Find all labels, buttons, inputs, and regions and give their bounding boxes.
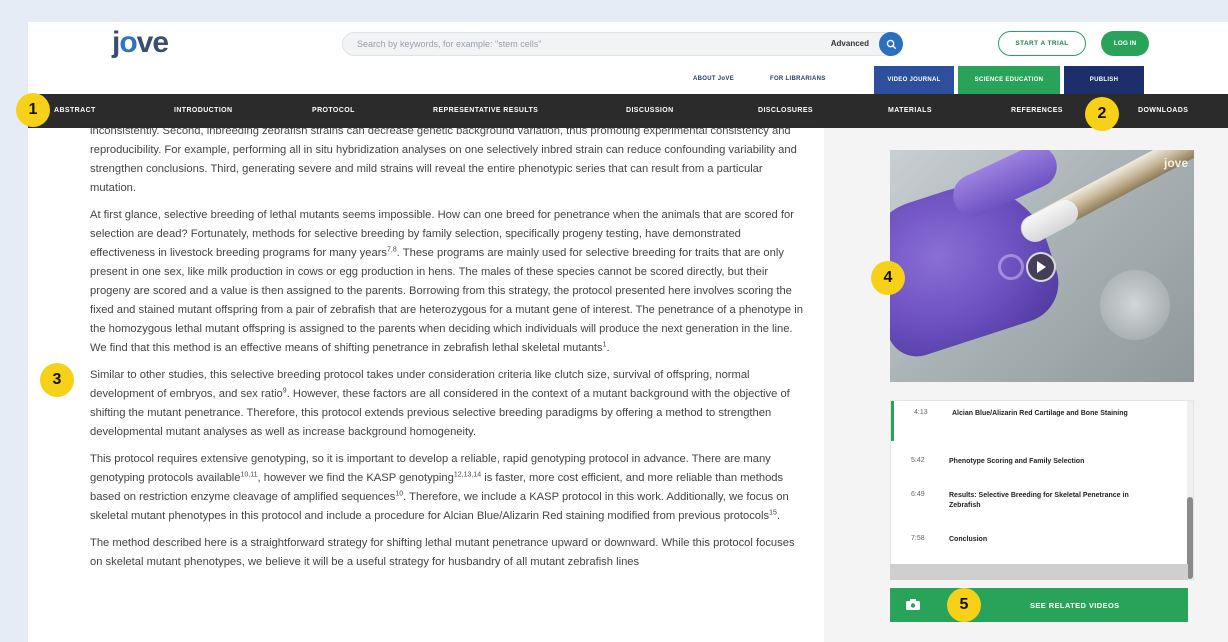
callout-marker-3: 3 bbox=[40, 363, 74, 397]
chapter-scrollbar[interactable] bbox=[1187, 401, 1193, 579]
chapter-time: 4:13 bbox=[914, 409, 928, 416]
nav-protocol[interactable]: PROTOCOL bbox=[312, 107, 355, 114]
chapter-label: Phenotype Scoring and Family Selection bbox=[949, 458, 1085, 465]
chapter-item[interactable]: 7:58 Conclusion bbox=[891, 527, 1187, 567]
jove-logo[interactable]: jove bbox=[112, 26, 169, 60]
chapter-time: 6:49 bbox=[911, 491, 925, 498]
article-paragraph: This protocol requires extensive genotyp… bbox=[90, 453, 789, 522]
callout-marker-4: 4 bbox=[871, 261, 905, 295]
for-librarians-link[interactable]: FOR LIBRARIANS bbox=[770, 76, 826, 82]
article-body: inconsistently. Second, inbreeding zebra… bbox=[62, 128, 824, 642]
video-watermark: jove bbox=[1163, 156, 1188, 170]
search-icon bbox=[886, 39, 896, 49]
search-input[interactable] bbox=[357, 33, 797, 55]
chapter-list: 4:13 Alcian Blue/Alizarin Red Cartilage … bbox=[890, 400, 1194, 580]
video-frame-highlight bbox=[1100, 270, 1170, 340]
chapter-label: Conclusion bbox=[949, 536, 988, 543]
play-button[interactable] bbox=[1026, 252, 1056, 282]
article-paragraph: inconsistently. Second, inbreeding zebra… bbox=[90, 128, 797, 194]
chapter-item[interactable]: 4:13 Alcian Blue/Alizarin Red Cartilage … bbox=[891, 401, 1187, 441]
nav-disclosures[interactable]: DISCLOSURES bbox=[758, 107, 813, 114]
chapter-list-footer bbox=[890, 564, 1188, 580]
jove-page: jove Advanced START A TRIAL LOG IN ABOUT… bbox=[28, 22, 1228, 642]
callout-marker-1: 1 bbox=[16, 93, 50, 127]
chapter-time: 7:58 bbox=[911, 535, 925, 542]
chapter-item[interactable]: 6:49 Results: Selective Breeding for Ske… bbox=[891, 483, 1187, 523]
chapter-label: Results: Selective Breeding for Skeletal… bbox=[949, 492, 1129, 509]
publish-tab[interactable]: PUBLISH bbox=[1064, 66, 1144, 94]
nav-representative-results[interactable]: REPRESENTATIVE RESULTS bbox=[433, 107, 538, 114]
chapter-time: 5:42 bbox=[911, 457, 925, 464]
about-jove-link[interactable]: ABOUT JoVE bbox=[693, 76, 734, 82]
replay-icon[interactable] bbox=[998, 254, 1024, 280]
callout-marker-2: 2 bbox=[1085, 97, 1119, 131]
video-player[interactable]: jove bbox=[890, 150, 1194, 382]
nav-materials[interactable]: MATERIALS bbox=[888, 107, 932, 114]
start-trial-button[interactable]: START A TRIAL bbox=[998, 31, 1086, 56]
nav-downloads[interactable]: DOWNLOADS bbox=[1138, 107, 1188, 114]
nav-abstract[interactable]: ABSTRACT bbox=[54, 107, 96, 114]
login-button[interactable]: LOG IN bbox=[1101, 31, 1149, 56]
science-education-tab[interactable]: SCIENCE EDUCATION bbox=[958, 66, 1060, 94]
callout-marker-5: 5 bbox=[947, 588, 981, 622]
camera-icon bbox=[906, 599, 920, 610]
search-button[interactable] bbox=[879, 32, 903, 56]
video-sidebar: jove 4:13 Alcian Blue/Alizarin Red Carti… bbox=[824, 128, 1228, 642]
related-videos-label: SEE RELATED VIDEOS bbox=[1030, 601, 1120, 610]
article-paragraph: Similar to other studies, this selective… bbox=[90, 369, 790, 438]
video-frame-tube bbox=[1017, 195, 1083, 247]
video-journal-tab[interactable]: VIDEO JOURNAL bbox=[874, 66, 954, 94]
secondary-nav: ABOUT JoVE FOR LIBRARIANS VIDEO JOURNAL … bbox=[28, 66, 1228, 94]
article-paragraph: At first glance, selective breeding of l… bbox=[90, 209, 803, 354]
search-bar: Advanced bbox=[342, 32, 903, 56]
nav-discussion[interactable]: DISCUSSION bbox=[626, 107, 674, 114]
article-section-nav: ABSTRACT INTRODUCTION PROTOCOL REPRESENT… bbox=[28, 94, 1228, 128]
nav-introduction[interactable]: INTRODUCTION bbox=[174, 107, 232, 114]
site-header: jove Advanced START A TRIAL LOG IN ABOUT… bbox=[28, 22, 1228, 94]
nav-references[interactable]: REFERENCES bbox=[1011, 107, 1063, 114]
article-paragraph: The method described here is a straightf… bbox=[90, 537, 795, 568]
see-related-videos-button[interactable]: SEE RELATED VIDEOS bbox=[890, 588, 1188, 622]
chapter-label: Alcian Blue/Alizarin Red Cartilage and B… bbox=[952, 410, 1128, 417]
play-icon bbox=[1037, 261, 1046, 273]
advanced-search-link[interactable]: Advanced bbox=[831, 39, 869, 48]
